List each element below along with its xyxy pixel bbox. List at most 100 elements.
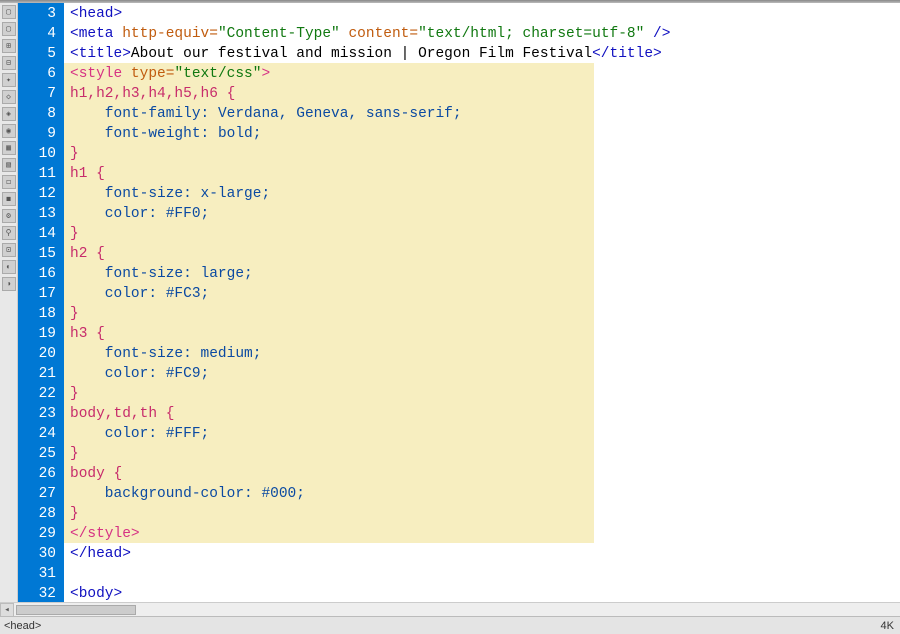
token-text: About our festival and mission | Oregon … <box>131 46 592 62</box>
token-prop: Verdana, Geneva, sans-serif <box>218 106 453 122</box>
token-prop: ; <box>296 486 305 502</box>
token-brace: { <box>114 466 123 482</box>
code-line[interactable]: color: #FC3; <box>70 284 900 304</box>
token-prop: x-large <box>201 186 262 202</box>
token-prop: color: <box>70 286 166 302</box>
tool-icon[interactable]: ◼ <box>2 192 16 206</box>
code-line[interactable]: <title>About our festival and mission | … <box>70 44 900 64</box>
scroll-left-arrow-icon[interactable]: ◂ <box>0 603 14 617</box>
tool-icon[interactable]: ◈ <box>2 107 16 121</box>
code-line[interactable]: font-size: x-large; <box>70 184 900 204</box>
line-number: 4 <box>18 24 56 44</box>
code-line[interactable]: h1 { <box>70 164 900 184</box>
tool-icon[interactable]: ◉ <box>2 124 16 138</box>
code-line[interactable]: color: #FC9; <box>70 364 900 384</box>
line-number: 12 <box>18 184 56 204</box>
token-brace: } <box>70 446 79 462</box>
token-string: "text/css" <box>174 66 261 82</box>
token-tag: </title> <box>592 46 662 62</box>
code-line[interactable]: h2 { <box>70 244 900 264</box>
code-line[interactable]: <style type="text/css"> <box>70 64 900 84</box>
horizontal-scrollbar[interactable]: ◂ <box>0 602 900 616</box>
token-tag: /> <box>644 26 670 42</box>
line-number: 30 <box>18 544 56 564</box>
tool-icon[interactable]: ▧ <box>2 158 16 172</box>
line-number-gutter: 3456789101112131415161718192021222324252… <box>18 3 64 613</box>
tool-icon[interactable]: ▢ <box>2 5 16 19</box>
code-line[interactable]: background-color: #000; <box>70 484 900 504</box>
tool-icon[interactable]: ⊞ <box>2 39 16 53</box>
line-number: 6 <box>18 64 56 84</box>
line-number: 7 <box>18 84 56 104</box>
tool-icon[interactable]: ⚙ <box>2 209 16 223</box>
token-prop: #FC9 <box>166 366 201 382</box>
code-line[interactable]: } <box>70 384 900 404</box>
code-line[interactable]: } <box>70 304 900 324</box>
code-line[interactable]: h3 { <box>70 324 900 344</box>
code-line[interactable]: <head> <box>70 4 900 24</box>
token-prop: #000 <box>261 486 296 502</box>
token-brace: { <box>96 326 105 342</box>
tool-icon[interactable]: ⚲ <box>2 226 16 240</box>
line-number: 28 <box>18 504 56 524</box>
code-line[interactable]: h1,h2,h3,h4,h5,h6 { <box>70 84 900 104</box>
tool-icon[interactable]: ◇ <box>2 90 16 104</box>
token-prop: font-family: <box>70 106 218 122</box>
code-line[interactable] <box>70 564 900 584</box>
code-line[interactable]: font-size: medium; <box>70 344 900 364</box>
tool-icon[interactable]: ⊡ <box>2 243 16 257</box>
token-prop: ; <box>201 206 210 222</box>
token-prop: ; <box>201 286 210 302</box>
token-brace: } <box>70 226 79 242</box>
token-prop: #FC3 <box>166 286 201 302</box>
tool-icon[interactable]: ▦ <box>2 141 16 155</box>
token-brace: } <box>70 506 79 522</box>
tool-icon[interactable]: ◻ <box>2 175 16 189</box>
token-sel: h1 <box>70 166 96 182</box>
line-number: 5 <box>18 44 56 64</box>
token-prop: color: <box>70 426 166 442</box>
status-bar: <head> 4K <box>0 616 900 634</box>
code-line[interactable]: <meta http-equiv="Content-Type" content=… <box>70 24 900 44</box>
code-line[interactable]: body,td,th { <box>70 404 900 424</box>
tool-icon[interactable]: ▢ <box>2 22 16 36</box>
token-pink: <style <box>70 66 131 82</box>
code-line[interactable]: } <box>70 144 900 164</box>
code-line[interactable]: body { <box>70 464 900 484</box>
line-number: 14 <box>18 224 56 244</box>
token-brace: { <box>96 166 105 182</box>
code-line[interactable]: font-weight: bold; <box>70 124 900 144</box>
code-line[interactable]: } <box>70 444 900 464</box>
code-editor[interactable]: <head><meta http-equiv="Content-Type" co… <box>64 3 900 613</box>
token-prop: #FF0 <box>166 206 201 222</box>
token-tag: <meta <box>70 26 122 42</box>
code-line[interactable]: color: #FF0; <box>70 204 900 224</box>
code-content[interactable]: <head><meta http-equiv="Content-Type" co… <box>64 3 900 604</box>
token-prop: ; <box>253 346 262 362</box>
line-number: 18 <box>18 304 56 324</box>
token-pink: </style> <box>70 526 140 542</box>
line-number: 16 <box>18 264 56 284</box>
tool-icon[interactable]: ◑ <box>2 277 16 291</box>
code-line[interactable]: font-family: Verdana, Geneva, sans-serif… <box>70 104 900 124</box>
line-number: 21 <box>18 364 56 384</box>
token-tag: </head> <box>70 546 131 562</box>
code-line[interactable]: color: #FFF; <box>70 424 900 444</box>
token-attr: http-equiv= <box>122 26 218 42</box>
token-brace: } <box>70 146 79 162</box>
token-attr: content= <box>340 26 418 42</box>
code-line[interactable]: font-size: large; <box>70 264 900 284</box>
tool-icon[interactable]: ⊟ <box>2 56 16 70</box>
line-number: 11 <box>18 164 56 184</box>
token-pink: > <box>261 66 270 82</box>
line-number: 26 <box>18 464 56 484</box>
code-line[interactable]: </head> <box>70 544 900 564</box>
tool-icon[interactable]: ◐ <box>2 260 16 274</box>
code-line[interactable]: } <box>70 224 900 244</box>
tool-icon[interactable]: ✦ <box>2 73 16 87</box>
scroll-thumb[interactable] <box>16 605 136 615</box>
code-line[interactable]: } <box>70 504 900 524</box>
code-line[interactable]: <body> <box>70 584 900 604</box>
line-number: 19 <box>18 324 56 344</box>
code-line[interactable]: </style> <box>70 524 900 544</box>
